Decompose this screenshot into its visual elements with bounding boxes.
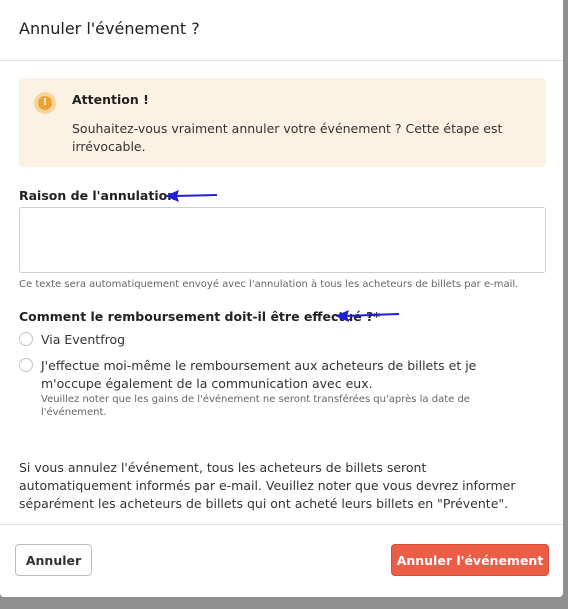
reason-label: Raison de l'annulation [19, 188, 177, 203]
modal-header: Annuler l'événement ? [0, 0, 563, 61]
reason-help-text: Ce texte sera automatiquement envoyé ave… [19, 279, 519, 290]
cancel-event-modal: Annuler l'événement ? ! Attention ! Souh… [0, 0, 563, 597]
annotation-arrow-icon [335, 310, 400, 322]
modal-footer: Annuler Annuler l'événement [0, 524, 563, 597]
refund-label: Comment le remboursement doit-il être ef… [19, 309, 380, 324]
alert-title: Attention ! [72, 92, 149, 107]
refund-self-note: Veuillez noter que les gains de l'événem… [41, 394, 470, 418]
info-text: Si vous annulez l'événement, tous les ac… [19, 460, 516, 511]
radio-label-eventfrog: Via Eventfrog [41, 332, 126, 347]
reason-textarea[interactable] [19, 207, 546, 273]
annotation-arrow-icon [165, 190, 218, 202]
radio-self[interactable] [19, 358, 33, 372]
radio-eventfrog[interactable] [19, 332, 33, 346]
cancel-event-button[interactable]: Annuler l'événement [391, 544, 549, 576]
alert-text: Souhaitez-vous vraiment annuler votre év… [72, 121, 503, 154]
warning-icon: ! [34, 92, 56, 114]
cancel-button[interactable]: Annuler [15, 544, 92, 576]
radio-label-self: J'effectue moi-même le remboursement aux… [41, 358, 477, 391]
warning-alert: ! Attention ! Souhaitez-vous vraiment an… [19, 78, 546, 167]
warning-icon-glyph: ! [42, 97, 48, 108]
modal-title: Annuler l'événement ? [19, 19, 200, 38]
